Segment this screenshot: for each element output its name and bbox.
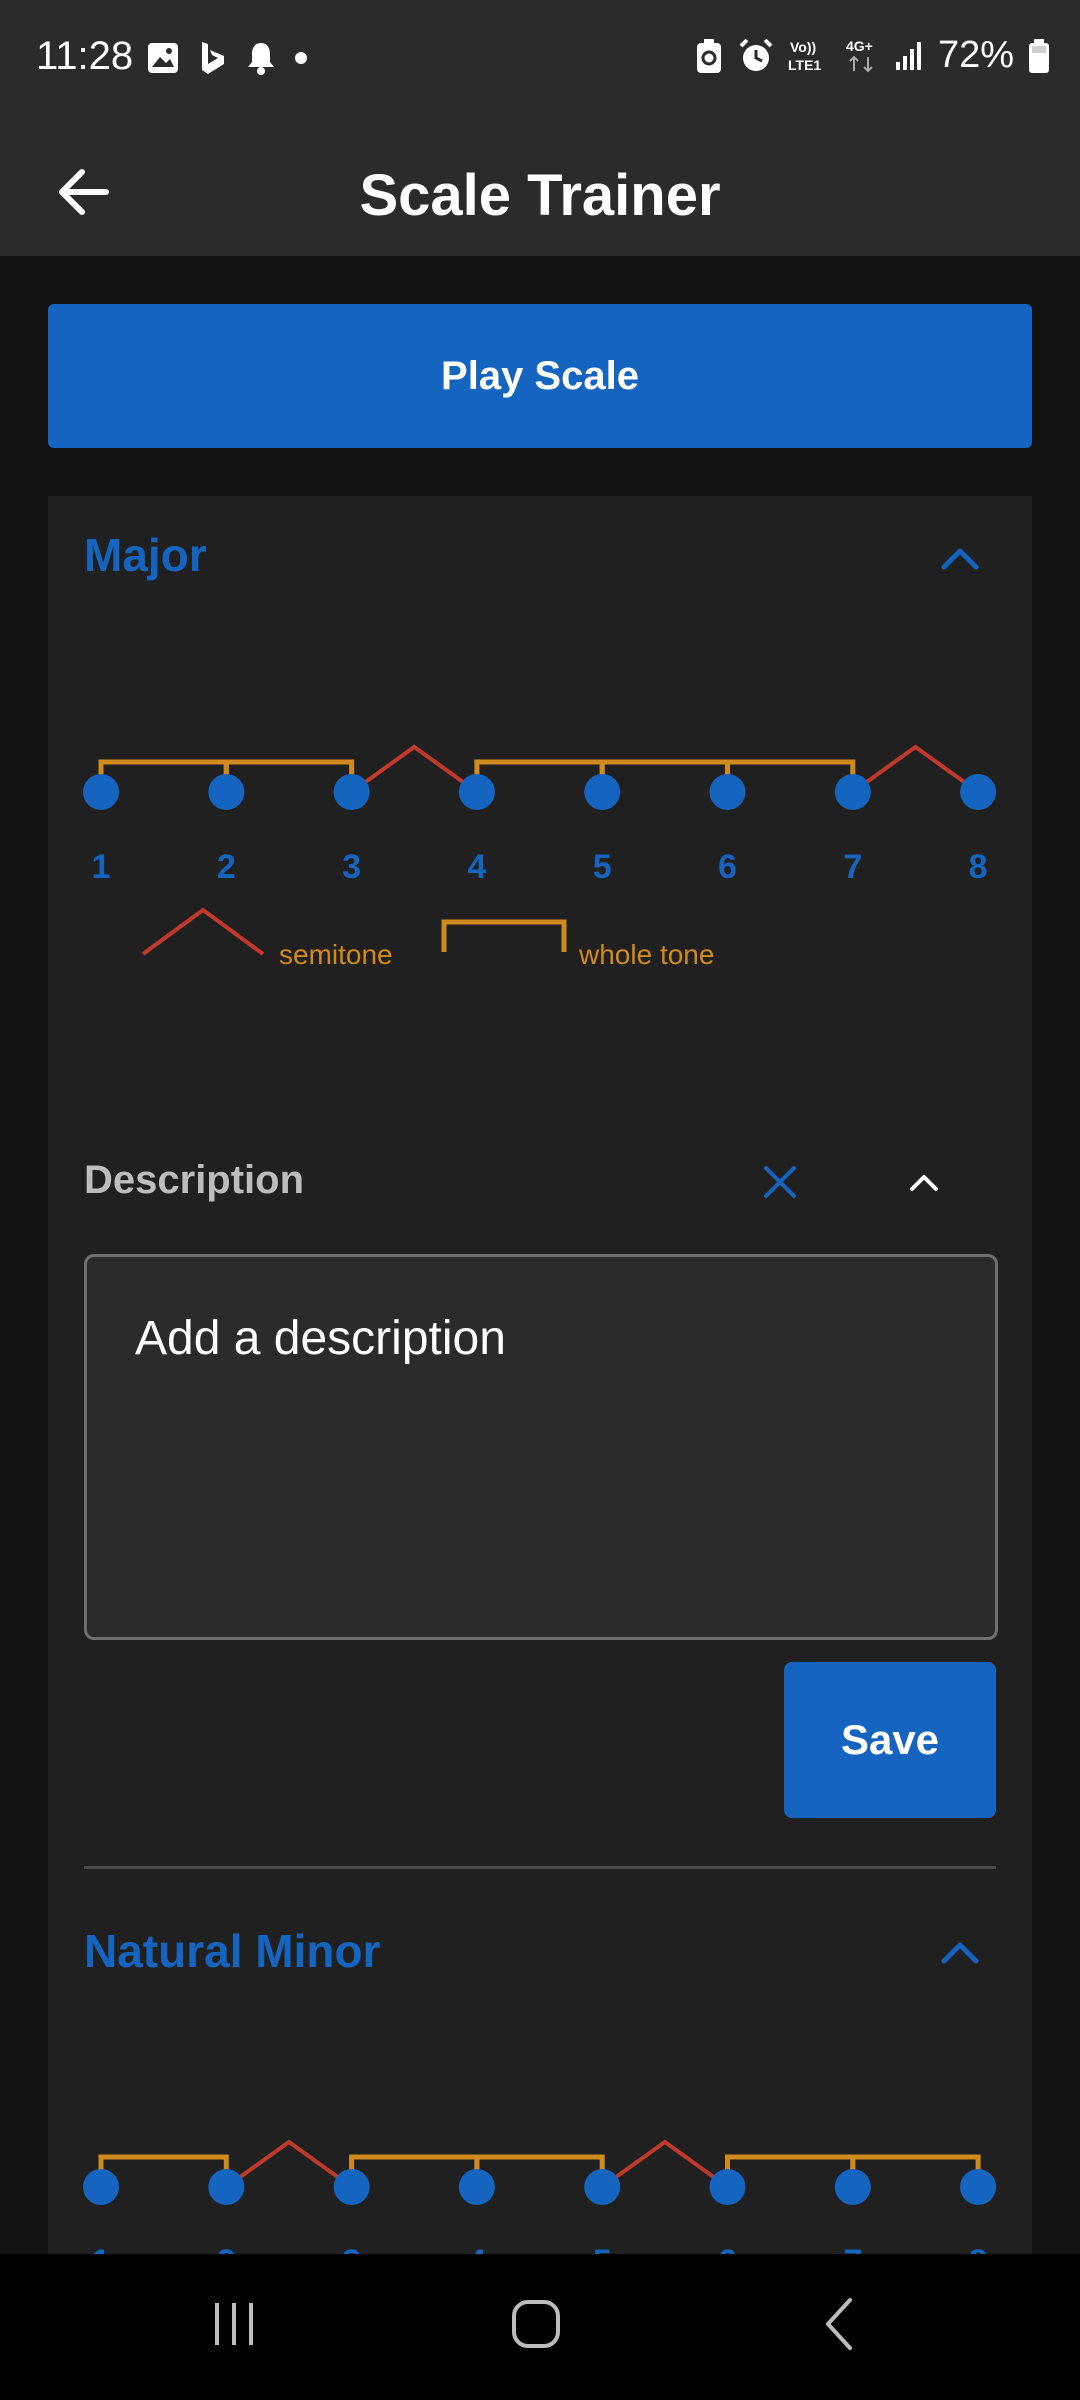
chevron-up-icon	[941, 1942, 979, 1964]
legend-semitone-mark	[141, 907, 265, 956]
recent-apps-button[interactable]	[164, 2274, 304, 2374]
image-icon	[148, 43, 178, 73]
major-note-dot-5	[584, 774, 621, 810]
major-degree-label-4: 4	[467, 848, 486, 886]
major-whole-tone-2	[223, 759, 355, 792]
major-note-dot-4	[458, 774, 495, 810]
minor-semitone-2	[225, 2139, 353, 2189]
status-icons-left	[146, 40, 308, 76]
major-degree-label-8: 8	[969, 848, 988, 886]
major-note-dot-7	[834, 774, 871, 810]
major-degree-label-5: 5	[593, 848, 612, 886]
description-label: Description	[84, 1158, 305, 1202]
major-whole-tone-5	[599, 759, 730, 792]
status-icons-right: Vo)) LTE1 4G+ 72%	[694, 34, 1050, 77]
scale-title-major[interactable]: Major	[84, 528, 207, 582]
network-type-icon: 4G+	[846, 38, 873, 72]
major-note-dot-6	[709, 774, 746, 810]
minor-degree-label-3: 3	[342, 2243, 361, 2254]
major-semitone-3	[350, 744, 479, 794]
major-note-dot-2	[208, 774, 245, 810]
minor-degree-label-2: 2	[217, 2243, 236, 2254]
major-whole-tone-4	[474, 759, 605, 792]
home-button[interactable]	[466, 2274, 606, 2374]
major-degree-label-3: 3	[342, 848, 361, 886]
major-whole-tone-1	[98, 759, 229, 792]
minor-whole-tone-6	[725, 2154, 856, 2187]
minor-note-dot-1	[83, 2169, 119, 2205]
description-placeholder: Add a description	[135, 1312, 506, 1365]
chevron-left-icon	[826, 2298, 852, 2350]
minor-degree-label-4: 4	[467, 2243, 486, 2254]
close-icon	[764, 1166, 796, 1198]
dot-icon	[295, 52, 307, 64]
legend-whole-tone-mark	[441, 919, 567, 952]
play-scale-button[interactable]: Play Scale	[48, 304, 1032, 448]
major-note-dot-1	[83, 774, 119, 810]
major-degree-label-6: 6	[718, 848, 737, 886]
status-time: 11:28	[36, 34, 134, 78]
signal-icon	[895, 41, 921, 70]
page-title: Scale Trainer	[359, 163, 721, 228]
major-semitone-7	[851, 744, 980, 794]
minor-note-dot-7	[834, 2169, 871, 2205]
battery-icon	[1029, 38, 1049, 73]
svg-text:Vo)): Vo))	[790, 39, 816, 55]
minor-whole-tone-7	[850, 2154, 981, 2187]
minor-semitone-5	[601, 2139, 729, 2189]
description-input[interactable]: Add a description	[84, 1254, 998, 1640]
svg-text:LTE1: LTE1	[788, 57, 821, 73]
system-nav-bar	[0, 2254, 1080, 2400]
major-degree-label-1: 1	[92, 848, 111, 886]
chevron-up-icon	[941, 548, 979, 570]
minor-note-dot-5	[584, 2169, 621, 2205]
collapse-natural-minor-button[interactable]	[930, 1922, 990, 1982]
major-note-dot-8	[960, 774, 997, 810]
status-bar: 11:28 Vo)) LTE1 4G+ 72%	[0, 0, 1080, 120]
back-nav-button[interactable]	[770, 2274, 910, 2374]
collapse-description-button[interactable]	[894, 1152, 954, 1212]
scale-diagram-natural-minor: 1 2 3 4 5 6 7 8	[83, 2139, 997, 2254]
battery-saver-icon	[696, 38, 721, 73]
major-whole-tone-6	[725, 759, 856, 792]
minor-whole-tone-1	[98, 2154, 229, 2187]
volte-icon: Vo)) LTE1	[788, 39, 821, 73]
collapse-major-button[interactable]	[930, 528, 990, 588]
svg-text:4G+: 4G+	[846, 38, 873, 54]
minor-degree-label-5: 5	[593, 2243, 612, 2254]
home-icon	[512, 2300, 560, 2348]
legend-semitone-label: semitone	[279, 939, 393, 970]
bell-icon	[248, 43, 274, 75]
scale-diagram-major: 1 2 3 4 5 6 7 8	[83, 744, 997, 886]
minor-note-dot-2	[208, 2169, 245, 2205]
scale-title-natural-minor[interactable]: Natural Minor	[84, 1924, 380, 1978]
minor-note-dot-6	[709, 2169, 746, 2205]
legend-whole-tone-label: whole tone	[578, 939, 714, 970]
interval-legend: semitone whole tone	[141, 907, 714, 970]
section-divider	[84, 1866, 996, 1869]
minor-degree-label-7: 7	[843, 2243, 862, 2254]
minor-whole-tone-3	[349, 2154, 480, 2187]
minor-note-dot-3	[333, 2169, 370, 2205]
minor-whole-tone-4	[474, 2154, 605, 2187]
major-note-dot-3	[333, 774, 370, 810]
bing-icon	[202, 42, 224, 74]
chevron-up-icon	[910, 1175, 938, 1191]
battery-percent: 72%	[937, 34, 1014, 76]
minor-degree-label-8: 8	[969, 2243, 988, 2254]
minor-note-dot-8	[960, 2169, 997, 2205]
alarm-icon	[739, 38, 773, 71]
recent-apps-icon	[215, 2303, 253, 2345]
save-button[interactable]: Save	[784, 1662, 996, 1818]
minor-degree-label-1: 1	[92, 2243, 111, 2254]
major-degree-label-2: 2	[217, 848, 236, 886]
major-degree-label-7: 7	[843, 848, 862, 886]
app-bar: Scale Trainer	[0, 120, 1080, 256]
minor-degree-label-6: 6	[718, 2243, 737, 2254]
minor-note-dot-4	[458, 2169, 495, 2205]
clear-description-button[interactable]	[750, 1152, 810, 1212]
